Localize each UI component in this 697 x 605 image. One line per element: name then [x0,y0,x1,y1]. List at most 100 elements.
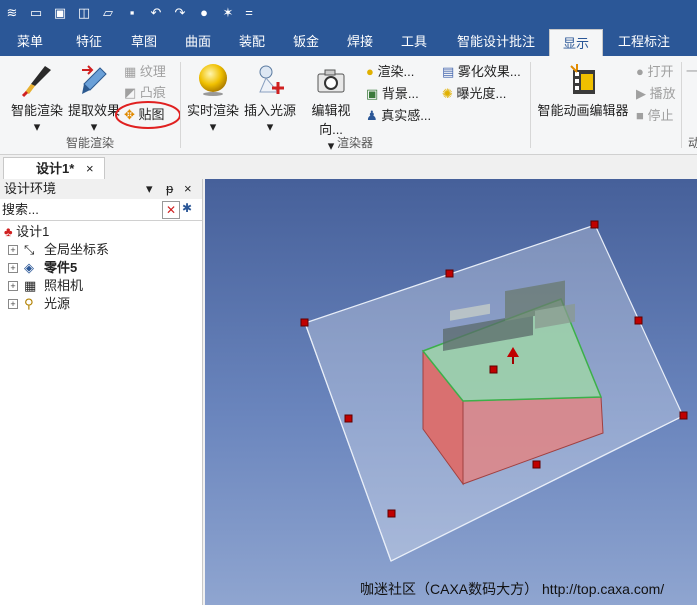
handle[interactable] [489,365,498,374]
smart-render-label: 智能渲染 [10,103,63,118]
close-panel-icon[interactable]: × [184,179,192,199]
insert-light-label: 插入光源 [243,103,296,118]
save-icon[interactable]: ▪ [124,5,140,21]
render-label: 渲染... [377,64,415,79]
expand-icon[interactable]: + [8,245,18,255]
tab-smart-annotation[interactable]: 智能设计批注 [446,28,546,56]
fog-label: 雾化效果... [457,64,521,79]
expand-icon[interactable]: + [8,263,18,273]
filter-icon[interactable]: ✱ [182,201,192,215]
handle[interactable] [634,316,643,325]
exposure-button[interactable]: ✺ 曝光度... [442,84,506,104]
new-file-icon[interactable]: ▭ [28,5,44,21]
realism-button[interactable]: ♟ 真实感... [366,106,431,126]
tab-assembly[interactable]: 装配 [228,28,276,56]
film-clapper-icon [570,64,595,94]
tab-sheet-metal[interactable]: 钣金 [282,28,330,56]
tree-item-label: 零件5 [44,260,78,275]
ribbon-tab-bar: 菜单 特征 草图 曲面 装配 钣金 焊接 工具 智能设计批注 显示 工程标注 [0,28,697,57]
stop-animation-button[interactable]: ■ 停止 [636,106,674,126]
handle[interactable] [300,318,309,327]
fog-effect-button[interactable]: ▤ 雾化效果... [442,62,521,82]
expand-icon[interactable]: + [8,281,18,291]
tab-feature[interactable]: 特征 [64,28,114,56]
design-root-icon: ♣ [4,224,13,239]
handle[interactable] [445,269,454,278]
tree-search: ✕ ✱ [0,200,202,221]
tab-menu[interactable]: 菜单 [6,28,54,56]
paint-brush-icon [21,66,51,98]
play-animation-button[interactable]: ▶ 播放 [636,84,676,104]
bump-label: 凸痕 [139,85,166,100]
handle[interactable] [590,220,599,229]
play-label: 播放 [649,86,676,101]
document-tab-bar: 设计1* × [0,155,697,180]
sphere-icon [199,64,227,96]
tab-display[interactable]: 显示 [549,29,603,57]
search-input[interactable] [0,200,162,218]
stop-icon: ■ [636,108,644,123]
open-animation-button[interactable]: ● 打开 [636,62,674,82]
handle[interactable] [344,414,353,423]
light-bulb-icon[interactable]: ● [196,5,212,21]
document-tab-label: 设计1* [36,161,75,176]
light-icon: ⚲ [24,296,34,311]
dropdown-arrow-icon: ▾ [209,119,217,134]
texture-button[interactable]: ▦ 纹理 [124,62,166,82]
group-separator [530,62,531,148]
new-design-icon[interactable]: ▣ [52,5,68,21]
background-label: 背景... [381,86,419,101]
pin-icon[interactable]: ᵽ [166,179,173,199]
redo-icon[interactable]: ↷ [172,5,188,21]
expand-icon[interactable]: + [8,299,18,309]
realism-label: 真实感... [381,108,432,123]
document-tab[interactable]: 设计1* × [3,157,105,180]
customize-qat-dropdown[interactable]: = [241,5,257,21]
edit-view-label: 编辑视向... [311,103,351,137]
realtime-render-button[interactable]: 实时渲染 ▾ [184,62,242,135]
tab-welding[interactable]: 焊接 [336,28,384,56]
render-sphere-icon: ● [366,64,374,79]
render-button[interactable]: ● 渲染... [366,62,414,82]
scene-canvas[interactable] [205,179,697,605]
smart-render-button[interactable]: 智能渲染 ▾ [8,62,66,135]
insert-light-button[interactable]: 插入光源 ▾ [242,62,298,135]
smart-animation-editor-label: 智能动画编辑器 [537,103,629,118]
close-tab-icon[interactable]: × [86,158,94,180]
stop-label: 停止 [647,108,674,123]
tree-item-design[interactable]: ♣ 设计1 [4,223,49,241]
smart-select-icon[interactable]: ✶ [220,5,236,21]
record-icon: ● [636,64,644,79]
red-annotation-circle [115,101,181,129]
background-button[interactable]: ▣ 背景... [366,84,419,104]
exposure-sun-icon: ✺ [442,86,453,101]
handle[interactable] [387,509,396,518]
spotlight-icon [259,65,284,94]
handle[interactable] [679,411,688,420]
tab-tools[interactable]: 工具 [390,28,438,56]
ribbon-panel: 智能渲染 ▾ 提取效果 ▾ ▦ 纹理 ◩ 凸痕 ✥ 贴图 智能渲染 实时渲染 ▾ 插入… [0,56,697,155]
smart-animation-editor-button[interactable]: 智能动画编辑器 [535,62,631,119]
camera-icon: ▦ [24,278,37,293]
panel-title: 设计环境 [4,181,57,196]
part-icon: ◈ [24,260,34,275]
3d-viewport[interactable]: 咖迷社区（CAXA数码大方） http://top.caxa.com/ [205,179,697,605]
tree-item-label: 全局坐标系 [44,242,110,257]
undo-icon[interactable]: ↶ [148,5,164,21]
camera-icon [317,69,345,93]
cut-off-button[interactable]: 一 [686,62,697,82]
app-logo-icon[interactable]: ≋ [4,5,20,21]
tree-item-label: 光源 [44,296,71,311]
open-recent-icon[interactable]: ◫ [76,5,92,21]
open-folder-icon[interactable]: ▱ [100,5,116,21]
texture-label: 纹理 [139,64,166,79]
clear-search-icon[interactable]: ✕ [162,201,180,219]
handle[interactable] [532,460,541,469]
tab-engineering-annotation[interactable]: 工程标注 [610,28,678,56]
group-label-renderer: 渲染器 [336,136,373,150]
panel-menu-dropdown-icon[interactable]: ▾ [146,179,153,199]
tree-item-label: 设计1 [16,224,50,239]
tab-sketch[interactable]: 草图 [120,28,168,56]
tab-surface[interactable]: 曲面 [174,28,222,56]
quick-access-toolbar: ≋ ▭ ▣ ◫ ▱ ▪ ↶ ↷ ● ✶ = [0,0,697,28]
